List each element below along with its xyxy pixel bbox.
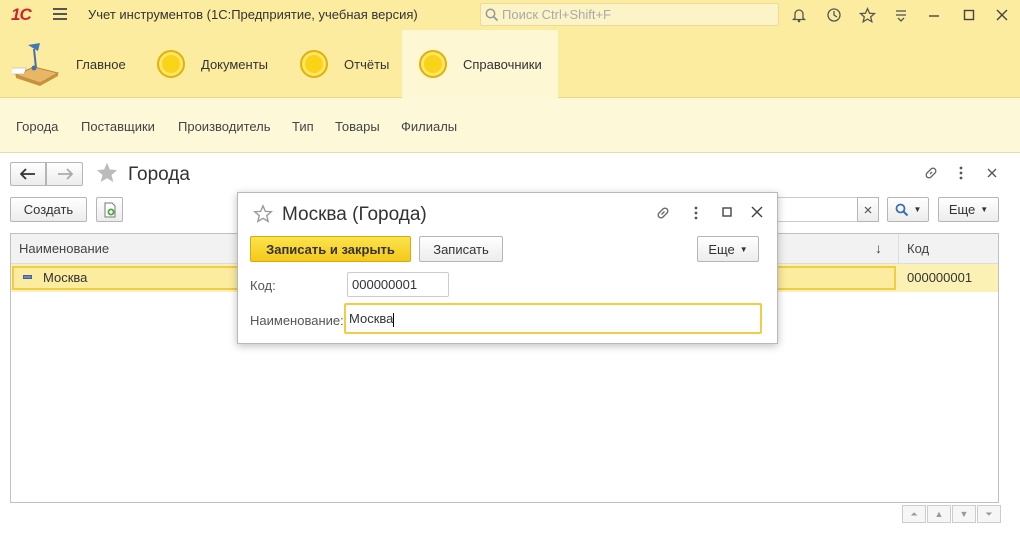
nav-item-suppliers[interactable]: Поставщики <box>81 119 155 134</box>
coin-icon <box>419 50 447 78</box>
history-icon[interactable] <box>825 6 843 24</box>
add-copy-icon <box>104 202 115 217</box>
close-form-icon[interactable] <box>983 164 1001 182</box>
cell-name: Москва <box>43 270 88 285</box>
arrow-right-icon <box>57 168 73 180</box>
section-label-main: Главное <box>76 56 126 72</box>
scroll-down-icon[interactable]: ▼ <box>952 505 976 523</box>
close-window-icon[interactable] <box>993 6 1011 24</box>
nav-item-branches[interactable]: Филиалы <box>401 119 457 134</box>
copy-button[interactable] <box>96 197 123 222</box>
dialog-more-label: Еще <box>708 241 735 257</box>
favorite-star-icon[interactable] <box>95 161 119 191</box>
search-icon <box>895 203 908 216</box>
column-divider <box>898 234 899 264</box>
section-main[interactable]: Главное <box>12 30 147 98</box>
bell-icon[interactable] <box>790 6 808 24</box>
section-reports[interactable]: Отчёты <box>300 30 400 98</box>
app-logo[interactable]: 1С <box>11 5 32 25</box>
more-actions-icon[interactable] <box>952 164 970 182</box>
cell-code: 000000001 <box>907 270 973 285</box>
forward-button[interactable] <box>46 162 83 186</box>
create-button[interactable]: Создать <box>10 197 87 222</box>
nav-item-manufacturer[interactable]: Производитель <box>178 119 271 134</box>
section-label-catalogs: Справочники <box>463 56 542 72</box>
section-label-documents: Документы <box>201 56 269 72</box>
coin-icon <box>300 50 328 78</box>
name-field[interactable]: Москва <box>344 303 762 334</box>
chevron-down-icon: ▼ <box>980 205 989 214</box>
dialog-more-button[interactable]: Еще ▼ <box>697 236 759 262</box>
close-icon[interactable] <box>750 205 764 223</box>
favorite-star-icon[interactable] <box>253 204 273 230</box>
nav-item-goods[interactable]: Товары <box>335 119 380 134</box>
chevron-down-icon: ▼ <box>739 244 748 254</box>
navigation-panel: Города Поставщики Производитель Тип Това… <box>0 98 1020 153</box>
desk-lamp-icon <box>12 43 60 86</box>
clear-search-button[interactable] <box>857 197 879 222</box>
more-button[interactable]: Еще ▼ <box>938 197 999 222</box>
nav-item-cities[interactable]: Города <box>16 119 58 134</box>
name-label: Наименование: <box>250 313 344 328</box>
column-header-code[interactable]: Код <box>907 241 929 256</box>
main-menu-icon[interactable] <box>53 8 67 20</box>
search-options-button[interactable]: ▼ <box>887 197 929 222</box>
page-title: Города <box>128 164 190 185</box>
scroll-first-icon[interactable]: ⏶ <box>902 505 926 523</box>
scroll-up-icon[interactable]: ▲ <box>927 505 951 523</box>
table-scroll-buttons: ⏶ ▲ ▼ ⏷ <box>902 505 1002 523</box>
minimize-icon[interactable] <box>925 6 943 24</box>
sections-panel: Главное Документы Отчёты Справочники <box>0 30 1020 98</box>
name-field-value: Москва <box>349 311 394 326</box>
code-label: Код: <box>250 278 276 293</box>
more-button-label: Еще <box>948 202 976 217</box>
search-placeholder: Поиск Ctrl+Shift+F <box>502 7 611 22</box>
dialog-title: Москва (Города) <box>282 204 427 225</box>
list-search-input[interactable] <box>770 197 858 222</box>
element-form-dialog: Москва (Города) Записать и закрыть Запис… <box>237 192 778 344</box>
arrow-left-icon <box>20 168 35 180</box>
coin-icon <box>157 50 185 78</box>
clear-icon <box>864 206 872 213</box>
section-documents[interactable]: Документы <box>157 30 287 98</box>
code-field[interactable]: 000000001 <box>347 272 449 297</box>
search-icon <box>485 8 499 21</box>
title-bar: 1С Учет инструментов (1С:Предприятие, уч… <box>0 0 1020 30</box>
save-and-close-button[interactable]: Записать и закрыть <box>250 236 411 262</box>
section-catalogs[interactable]: Справочники <box>402 30 558 98</box>
favorites-icon[interactable] <box>858 6 876 24</box>
section-label-reports: Отчёты <box>344 56 390 72</box>
maximize-icon[interactable] <box>960 6 978 24</box>
maximize-icon[interactable] <box>720 205 734 223</box>
menu-more-icon[interactable] <box>892 6 910 24</box>
link-icon[interactable] <box>922 164 940 182</box>
back-button[interactable] <box>10 162 46 186</box>
column-header-name[interactable]: Наименование <box>19 241 109 256</box>
scroll-last-icon[interactable]: ⏷ <box>977 505 1001 523</box>
save-button[interactable]: Записать <box>419 236 503 262</box>
chevron-down-icon: ▼ <box>913 205 922 214</box>
more-actions-icon[interactable] <box>688 205 704 225</box>
global-search-input[interactable]: Поиск Ctrl+Shift+F <box>480 3 779 26</box>
sort-arrow-icon[interactable]: ↓ <box>875 240 882 256</box>
catalog-item-icon <box>23 275 32 279</box>
app-title: Учет инструментов (1С:Предприятие, учебн… <box>88 7 418 22</box>
nav-item-type[interactable]: Тип <box>292 119 314 134</box>
text-caret <box>393 312 395 327</box>
link-icon[interactable] <box>655 205 671 225</box>
